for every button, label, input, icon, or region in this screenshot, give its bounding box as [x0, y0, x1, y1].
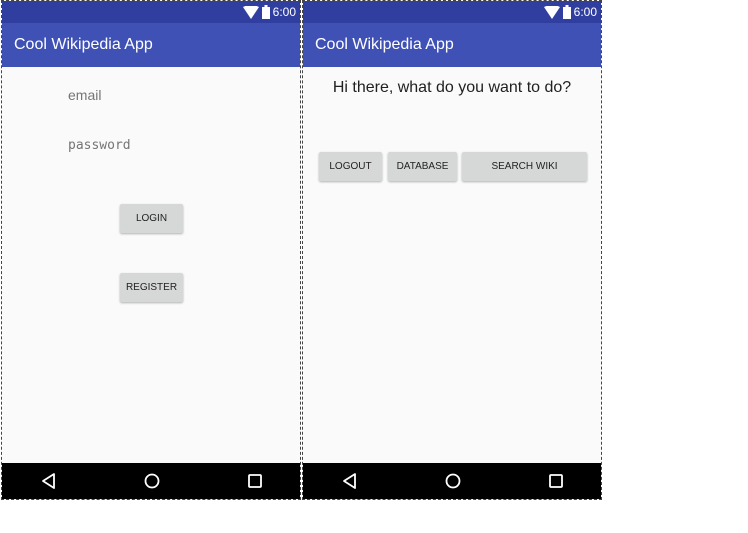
recents-icon[interactable] — [246, 472, 264, 490]
status-bar: 6:00 — [2, 1, 300, 23]
navigation-bar — [2, 463, 300, 499]
home-screen: 6:00 Cool Wikipedia App Hi there, what d… — [302, 0, 602, 500]
search-wiki-button[interactable]: SEARCH WIKI — [462, 152, 587, 181]
status-time: 6:00 — [573, 5, 597, 19]
password-field[interactable] — [68, 138, 248, 153]
navigation-bar — [303, 463, 601, 499]
greeting-text: Hi there, what do you want to do? — [332, 79, 572, 96]
login-button[interactable]: LOGIN — [120, 204, 183, 233]
app-bar: Cool Wikipedia App — [303, 23, 601, 67]
app-title: Cool Wikipedia App — [315, 36, 454, 53]
battery-icon — [562, 5, 571, 19]
status-bar: 6:00 — [303, 1, 601, 23]
wifi-icon — [242, 5, 259, 19]
database-button[interactable]: DATABASE — [388, 152, 457, 181]
app-title: Cool Wikipedia App — [14, 36, 153, 53]
recents-icon[interactable] — [547, 472, 565, 490]
status-icons: 6:00 — [543, 5, 597, 19]
app-bar: Cool Wikipedia App — [2, 23, 300, 67]
wifi-icon — [543, 5, 560, 19]
home-icon[interactable] — [143, 472, 161, 490]
back-icon[interactable] — [40, 472, 58, 490]
login-screen: 6:00 Cool Wikipedia App LOGIN REGISTER — [1, 0, 301, 500]
status-icons: 6:00 — [242, 5, 296, 19]
home-icon[interactable] — [444, 472, 462, 490]
email-field[interactable] — [68, 87, 248, 103]
battery-icon — [261, 5, 270, 19]
status-time: 6:00 — [272, 5, 296, 19]
back-icon[interactable] — [341, 472, 359, 490]
register-button[interactable]: REGISTER — [120, 273, 183, 302]
logout-button[interactable]: LOGOUT — [319, 152, 382, 181]
